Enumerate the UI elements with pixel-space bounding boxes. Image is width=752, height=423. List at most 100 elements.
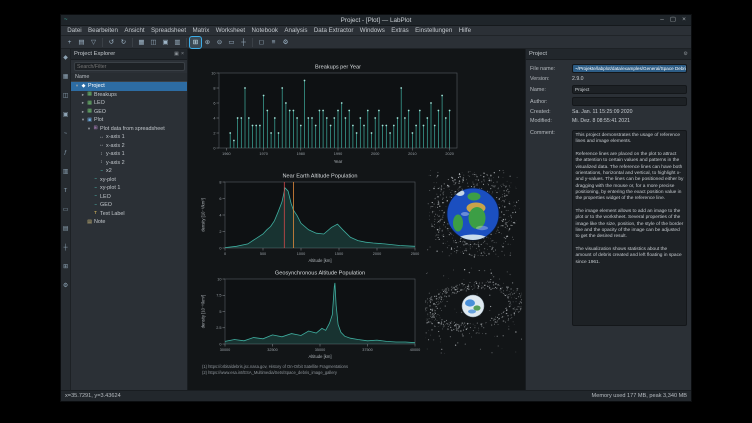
tree-item-breakups[interactable]: ▸▦Breakups	[71, 91, 187, 100]
settings-icon[interactable]: ⚙	[683, 51, 688, 57]
open-project-icon[interactable]: ▤	[76, 37, 87, 48]
undo-icon[interactable]: ↺	[106, 37, 117, 48]
menu-bearbeiten[interactable]: Bearbeiten	[85, 27, 121, 34]
new-notebook-icon[interactable]: ▥	[172, 37, 183, 48]
new-plot-icon[interactable]: ⊞	[190, 37, 201, 48]
menu-worksheet[interactable]: Worksheet	[213, 27, 249, 34]
tree-item-xy-plot[interactable]: ~xy-plot	[71, 176, 187, 185]
properties-panel: Project ⚙ File name:~/Projekte/labplot/d…	[525, 49, 691, 390]
chart-near-earth-altitude-population[interactable]: 0500100015002000250002468Near Earth Alti…	[198, 169, 422, 264]
crosshair-icon[interactable]: ┼	[238, 37, 249, 48]
svg-text:4: 4	[219, 213, 221, 217]
settings-icon[interactable]: ⚙	[280, 37, 291, 48]
earth-debris-geo-image[interactable]	[425, 266, 522, 354]
x-axis-icon: ↔	[98, 135, 105, 140]
tree-item-plot[interactable]: ▾▣Plot	[71, 116, 187, 125]
close-icon[interactable]: ×	[680, 15, 688, 25]
menu-hilfe[interactable]: Hilfe	[456, 27, 475, 34]
project-icon: ◆	[80, 84, 87, 89]
svg-text:500: 500	[260, 252, 266, 256]
tree-item-label: x-axis 2	[106, 143, 125, 149]
tree-item-label: LEO	[94, 100, 105, 106]
settings-icon[interactable]: ⚙	[63, 283, 68, 289]
properties-header[interactable]: Project ⚙	[526, 49, 691, 60]
new-spreadsheet-icon[interactable]: ▦	[136, 37, 147, 48]
tree-item-geo[interactable]: ~GEO	[71, 201, 187, 210]
tree-item-leo[interactable]: ▸▦LEO	[71, 99, 187, 108]
worksheet-view[interactable]: 19601970198019902000201020200246810Break…	[188, 49, 527, 390]
y-axis-icon: ↕	[98, 152, 105, 157]
zoom-out-icon[interactable]: ⊖	[214, 37, 225, 48]
menu-notebook[interactable]: Notebook	[248, 27, 281, 34]
select-region-icon[interactable]: ◻	[256, 37, 267, 48]
svg-text:2010: 2010	[408, 152, 416, 156]
svg-text:8: 8	[219, 180, 221, 184]
search-input[interactable]	[74, 62, 185, 71]
float-panel-icon[interactable]: ▣	[174, 51, 179, 57]
tree-item-project[interactable]: ▾◆Project	[71, 82, 187, 91]
menu-extras[interactable]: Extras	[388, 27, 412, 34]
tree-item-note[interactable]: ▤Note	[71, 218, 187, 227]
status-bar: x=35.7291, y=3.43624 Memory used 177 MB,…	[61, 390, 691, 401]
earth-debris-leo-image[interactable]	[427, 170, 520, 258]
toolbar-separator	[186, 38, 187, 47]
minimize-icon[interactable]: –	[658, 15, 666, 25]
menu-ansicht[interactable]: Ansicht	[121, 27, 148, 34]
equation-icon[interactable]: ƒ	[64, 150, 67, 156]
text-label-icon[interactable]: T	[64, 188, 68, 194]
save-project-icon[interactable]: ▽	[88, 37, 99, 48]
menu-analysis[interactable]: Analysis	[281, 27, 310, 34]
tree-item-x-axis-2[interactable]: ↔x-axis 2	[71, 142, 187, 151]
xy-curve-icon[interactable]: ~	[64, 131, 67, 137]
menu-windows[interactable]: Windows	[357, 27, 388, 34]
zoom-fit-icon[interactable]: ▭	[226, 37, 237, 48]
datapicker-icon[interactable]: ┼	[63, 245, 67, 251]
list-view-icon[interactable]: ≡	[268, 37, 279, 48]
tree-item-y-axis-1[interactable]: ↕y-axis 1	[71, 150, 187, 159]
tree-item-text-label[interactable]: TText Label	[71, 210, 187, 219]
field-value-input[interactable]	[572, 97, 687, 106]
svg-text:35000: 35000	[315, 348, 326, 352]
histogram-icon[interactable]: ▥	[63, 169, 68, 175]
maximize-icon[interactable]: ▢	[669, 15, 677, 25]
svg-text:2: 2	[213, 131, 215, 135]
project-explorer-header[interactable]: Project Explorer ▣×	[71, 49, 187, 60]
comment-textarea[interactable]: This project demonstrates the usage of r…	[572, 130, 687, 326]
tree-item-label: xy-plot 1	[100, 185, 120, 191]
workbook-icon[interactable]: ⊞	[63, 264, 68, 270]
field-value-input[interactable]: Project	[572, 85, 687, 94]
menu-spreadsheet[interactable]: Spreadsheet	[148, 27, 189, 34]
redo-icon[interactable]: ↻	[118, 37, 129, 48]
field-comment-label: Comment:	[530, 130, 572, 136]
matrix-icon[interactable]: ◫	[63, 93, 68, 99]
new-matrix-icon[interactable]: ◫	[148, 37, 159, 48]
menu-matrix[interactable]: Matrix	[189, 27, 212, 34]
spreadsheet-icon[interactable]: ▦	[63, 74, 68, 80]
zoom-in-icon[interactable]: ⊕	[202, 37, 213, 48]
tree-item-label: LEO	[100, 194, 111, 200]
menu-einstellungen[interactable]: Einstellungen	[412, 27, 456, 34]
tree-item-xy-plot-1[interactable]: ~xy-plot 1	[71, 184, 187, 193]
credits-text-label[interactable]: (1) https://orbitaldebris.jsc.nasa.gov, …	[202, 364, 348, 376]
tree-item-leo[interactable]: ~LEO	[71, 193, 187, 202]
menu-datei[interactable]: Datei	[64, 27, 85, 34]
chart-breakups-per-year[interactable]: 19601970198019902000201020200246810Break…	[202, 59, 464, 165]
tree-item-plot-data-from-spreadsheet[interactable]: ▾⊞Plot data from spreadsheet	[71, 125, 187, 134]
note-icon[interactable]: ▤	[63, 226, 68, 232]
tree-item-x2[interactable]: ~x2	[71, 167, 187, 176]
menu-data-extractor[interactable]: Data Extractor	[311, 27, 357, 34]
svg-text:32500: 32500	[267, 348, 278, 352]
tree-item-x-axis-1[interactable]: ↔x-axis 1	[71, 133, 187, 142]
tree-item-y-axis-2[interactable]: ↕y-axis 2	[71, 159, 187, 168]
new-worksheet-icon[interactable]: ▣	[160, 37, 171, 48]
tree-item-geo[interactable]: ▸▦GEO	[71, 108, 187, 117]
title-bar[interactable]: ~ Project - [Plot] — LabPlot –▢×	[61, 15, 691, 26]
project-explorer-icon[interactable]: ◆	[63, 55, 67, 61]
image-icon[interactable]: ▭	[63, 207, 68, 213]
worksheet-icon[interactable]: ▣	[63, 112, 68, 118]
close-panel-icon[interactable]: ×	[181, 51, 184, 57]
chart-geosynchronous-altitude-population[interactable]: 300003250035000375004000002.557.510Geosy…	[198, 266, 422, 360]
svg-text:37500: 37500	[362, 348, 373, 352]
new-project-icon[interactable]: +	[64, 37, 75, 48]
field-value-input[interactable]: ~/Projekte/labplot/data/examples/General…	[572, 64, 687, 73]
